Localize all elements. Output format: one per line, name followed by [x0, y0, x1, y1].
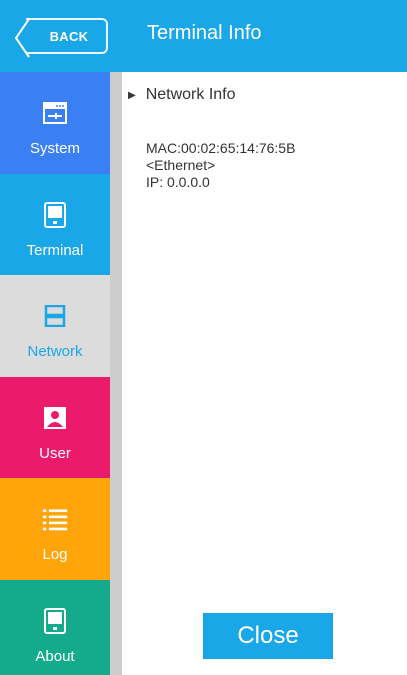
triangle-right-icon: ▶: [128, 89, 136, 101]
back-arrow-icon: [14, 18, 30, 58]
system-icon: [42, 100, 68, 126]
terminal-icon: [42, 202, 68, 228]
log-icon: [42, 506, 68, 532]
about-icon: [42, 608, 68, 634]
mac-address: MAC:00:02:65:14:76:5B: [146, 140, 296, 156]
user-icon: [42, 405, 68, 431]
sidebar-item-network[interactable]: Network: [0, 275, 110, 377]
sidebar-item-label: User: [39, 445, 71, 462]
sidebar-item-terminal[interactable]: Terminal: [0, 174, 110, 275]
sidebar-item-user[interactable]: User: [0, 377, 110, 478]
sidebar-item-label: Network: [27, 343, 83, 360]
sidebar-item-label: System: [29, 140, 80, 157]
sidebar-item-system[interactable]: System: [0, 72, 110, 174]
ip-address: IP: 0.0.0.0: [146, 174, 210, 190]
back-button-label: BACK: [49, 28, 89, 44]
network-info-section-header[interactable]: ▶ Network Info: [128, 86, 236, 104]
sidebar-divider: [110, 72, 122, 675]
sidebar: System Terminal Network User Log About: [0, 72, 110, 675]
sidebar-item-label: About: [35, 648, 75, 665]
network-icon: [42, 303, 68, 329]
section-title: Network Info: [145, 86, 236, 103]
sidebar-item-label: Terminal: [26, 242, 84, 259]
network-info-details: MAC:00:02:65:14:76:5B <Ethernet> IP: 0.0…: [146, 140, 295, 191]
page-title: Terminal Info: [147, 22, 262, 44]
close-button[interactable]: Close: [203, 613, 333, 659]
interface-type: <Ethernet>: [146, 157, 216, 173]
title-bar: BACK Terminal Info: [0, 0, 407, 72]
sidebar-item-log[interactable]: Log: [0, 478, 110, 580]
sidebar-item-about[interactable]: About: [0, 580, 110, 675]
back-button[interactable]: BACK: [14, 18, 108, 58]
main-content: ▶ Network Info MAC:00:02:65:14:76:5B <Et…: [122, 72, 407, 675]
sidebar-item-label: Log: [42, 546, 68, 563]
